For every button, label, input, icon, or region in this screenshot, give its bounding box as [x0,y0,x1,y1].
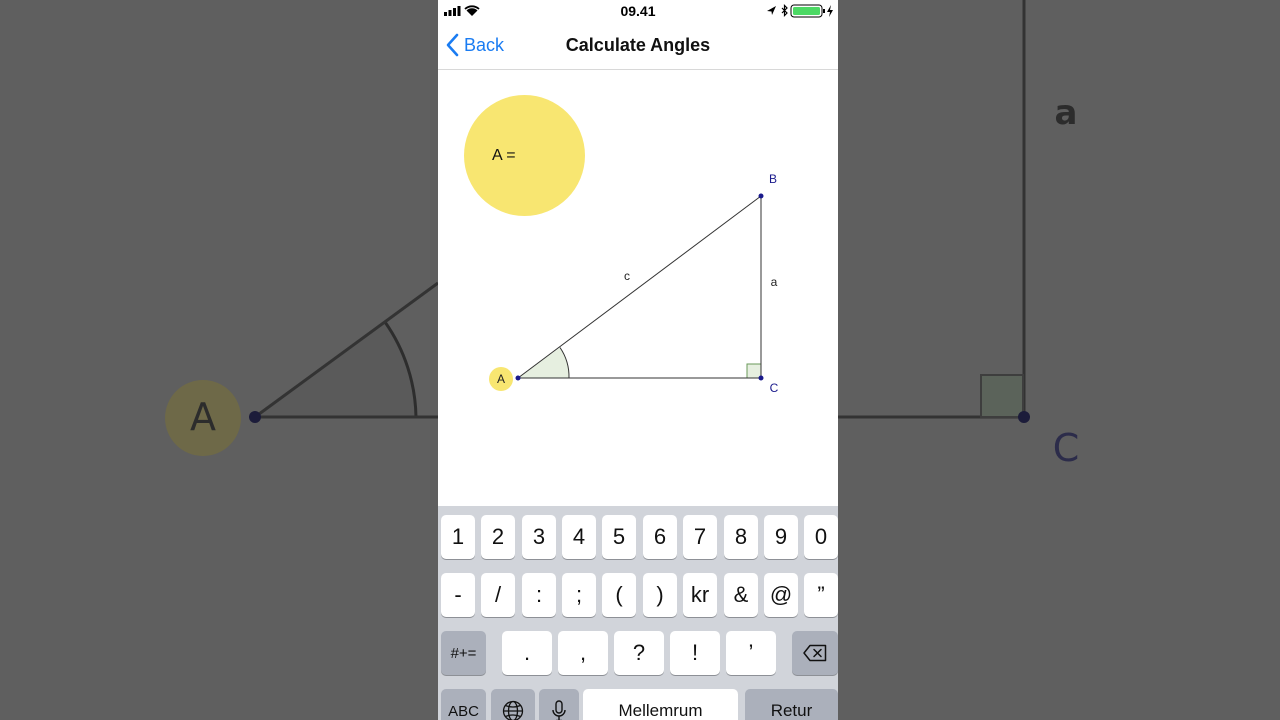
key-at[interactable]: @ [764,573,798,617]
keyboard: 1 2 3 4 5 6 7 8 9 0 - / : ; ( ) kr & @ ”… [438,506,838,720]
navigation-bar: Back Calculate Angles [438,22,838,70]
key-0[interactable]: 0 [804,515,838,559]
space-key[interactable]: Mellemrum [583,689,738,720]
right-angle-marker [746,363,762,379]
key-4[interactable]: 4 [562,515,596,559]
key-question[interactable]: ? [614,631,664,675]
location-bluetooth-battery-icons [767,4,833,18]
backspace-icon [803,644,827,662]
key-8[interactable]: 8 [724,515,758,559]
vertex-a-point [515,375,521,381]
vertex-a-label: A [497,372,505,386]
triangle-canvas: A = A B C c a [438,70,838,506]
key-close-paren[interactable]: ) [643,573,677,617]
delete-key[interactable] [792,631,838,675]
side-a-label: a [771,275,778,289]
vertex-c-point [758,375,764,381]
right-triangle-diagram: A B C c a [489,172,779,395]
key-colon[interactable]: : [522,573,556,617]
key-6[interactable]: 6 [643,515,677,559]
background-vertex-a-label: A [190,395,216,439]
background-side-a-label: a [1055,93,1078,133]
angle-a-sector [518,347,570,378]
side-c-line [517,195,762,379]
status-right [766,4,836,23]
globe-key[interactable] [491,689,535,720]
return-key[interactable]: Retur [745,689,838,720]
side-c-label: c [624,269,630,283]
background-vertex-c-label: C [1053,426,1080,470]
key-apostrophe[interactable]: ’ [726,631,776,675]
key-comma[interactable]: , [558,631,608,675]
key-kr[interactable]: kr [683,573,717,617]
key-3[interactable]: 3 [522,515,556,559]
key-quote[interactable]: ” [804,573,838,617]
key-exclamation[interactable]: ! [670,631,720,675]
key-open-paren[interactable]: ( [602,573,636,617]
key-1[interactable]: 1 [441,515,475,559]
key-2[interactable]: 2 [481,515,515,559]
key-7[interactable]: 7 [683,515,717,559]
globe-icon [502,700,524,720]
key-9[interactable]: 9 [764,515,798,559]
status-bar: 09.41 [438,0,838,22]
vertex-b-point [758,193,764,199]
page-title: Calculate Angles [565,35,711,55]
key-ampersand[interactable]: & [724,573,758,617]
key-abc[interactable]: ABC [441,689,486,720]
key-period[interactable]: . [502,631,552,675]
vertex-b-label: B [769,172,777,186]
vertex-c-label: C [770,381,779,395]
key-5[interactable]: 5 [602,515,636,559]
microphone-icon [552,700,566,720]
dictation-key[interactable] [539,689,579,720]
key-hyphen[interactable]: - [441,573,475,617]
key-symbols-mode[interactable]: #+= [441,631,486,675]
key-slash[interactable]: / [481,573,515,617]
phone-screen: 09.41 Back Calculate Angles A = A B C c … [438,0,838,720]
key-semicolon[interactable]: ; [562,573,596,617]
